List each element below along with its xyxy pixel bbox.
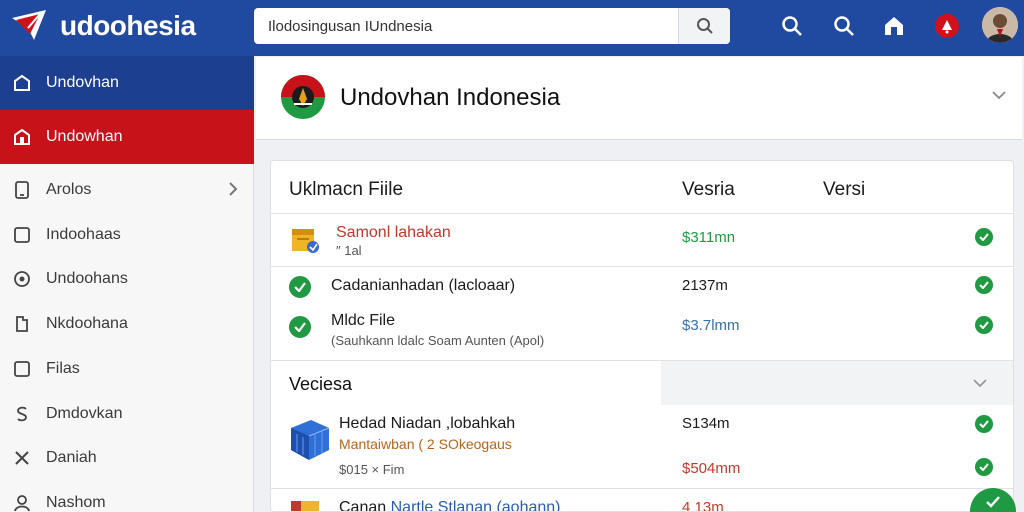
top-app-bar: udoohesia xyxy=(0,0,1024,56)
sidebar-item-daniah[interactable]: Daniah xyxy=(0,436,254,480)
section-title: Veciesa xyxy=(289,374,353,394)
page-header-card: Undovhan Indonesia xyxy=(256,57,1022,140)
divider xyxy=(271,266,1013,267)
check-icon xyxy=(986,496,1000,508)
file-list-card: Uklmacn Fiile Vesria Versi Samonl lahaka… xyxy=(270,160,1014,512)
file-name[interactable]: Canan Nartle Stlanan (aohann) xyxy=(339,499,561,512)
section-header[interactable]: Veciesa xyxy=(271,361,1013,405)
close-icon xyxy=(12,448,32,468)
cube-icon xyxy=(291,420,330,460)
file-size: S134m xyxy=(682,415,730,432)
file-meta: ″ 1al xyxy=(336,243,362,258)
logo-icon[interactable] xyxy=(10,8,50,44)
file-size: $504mm xyxy=(682,460,741,477)
column-header-versi[interactable]: Versi xyxy=(823,179,865,201)
file-name[interactable]: Samonl lahakan xyxy=(336,224,451,242)
sidebar-item-nashom[interactable]: Nashom xyxy=(0,481,254,512)
search-bar xyxy=(254,8,730,44)
divider xyxy=(271,213,1013,214)
brand-name[interactable]: udoohesia xyxy=(60,10,196,42)
home-icon xyxy=(12,73,32,93)
notification-icon[interactable] xyxy=(933,12,961,40)
file-size: 2137m xyxy=(682,277,728,294)
check-icon xyxy=(975,415,993,433)
dollar-icon xyxy=(12,404,32,424)
square-icon xyxy=(12,359,32,379)
sidebar-item-label: Daniah xyxy=(46,449,97,466)
sidebar-item-label: Arolos xyxy=(46,181,92,198)
emblem-icon xyxy=(281,75,325,119)
building-icon xyxy=(12,127,32,147)
file-name[interactable]: Hedad Niadan ,lobahkah xyxy=(339,415,515,433)
check-icon xyxy=(975,316,993,334)
sidebar-item-label: Filas xyxy=(46,360,80,377)
sidebar-item-filas[interactable]: Filas xyxy=(0,347,254,391)
check-icon xyxy=(975,458,993,476)
square-icon xyxy=(12,225,32,245)
sidebar-item-indoohaas[interactable]: Indoohaas xyxy=(0,213,254,257)
column-header-version[interactable]: Vesria xyxy=(682,179,735,201)
file-meta: Mantaiwban ( 2 SOkeogaus xyxy=(339,436,512,452)
file-size: 4 13m xyxy=(682,499,724,512)
sidebar-item-undowhan[interactable]: Undowhan xyxy=(0,110,254,164)
file-name[interactable]: Cadanianhadan (lacloaar) xyxy=(331,277,515,295)
sidebar-item-label: Undowhan xyxy=(46,128,123,145)
phone-icon xyxy=(12,180,32,200)
page-icon xyxy=(12,314,32,334)
chevron-down-icon[interactable] xyxy=(992,87,1006,105)
user-icon xyxy=(12,493,32,512)
file-name-part: Canan xyxy=(339,499,387,512)
sidebar-item-label: Nkdoohana xyxy=(46,315,128,332)
archive-icon xyxy=(292,229,319,253)
sidebar-item-arolos[interactable]: Arolos xyxy=(0,168,254,212)
check-icon xyxy=(289,316,311,338)
page-title: Undovhan Indonesia xyxy=(340,84,561,111)
sidebar-item-label: Undovhan xyxy=(46,74,119,91)
divider xyxy=(271,488,1013,489)
home-icon[interactable] xyxy=(880,12,908,40)
sidebar-item-nkdoohana[interactable]: Nkdoohana xyxy=(0,302,254,346)
search-icon[interactable] xyxy=(830,12,858,40)
folder-icon xyxy=(291,501,319,511)
sidebar: Undovhan Undowhan Arolos Indoohaas Undoo… xyxy=(0,56,254,512)
file-name-link[interactable]: Nartle Stlanan (aohann) xyxy=(391,499,561,511)
file-size: $3.7lmm xyxy=(682,317,740,334)
check-icon xyxy=(975,228,993,246)
column-header-file[interactable]: Uklmacn Fiile xyxy=(289,179,403,201)
gear-icon xyxy=(12,269,32,289)
file-name[interactable]: Mldc File xyxy=(331,312,395,330)
sidebar-item-label: Nashom xyxy=(46,494,106,511)
search-button[interactable] xyxy=(678,8,730,44)
file-meta: (Sauhkann ldalc Soam Aunten (Apol) xyxy=(331,333,545,348)
file-meta: $015 × Fim xyxy=(339,462,405,477)
check-icon xyxy=(289,276,311,298)
sidebar-item-undoohans[interactable]: Undoohans xyxy=(0,257,254,301)
file-size: $311mn xyxy=(682,229,736,246)
chevron-down-icon[interactable] xyxy=(973,375,987,393)
check-icon xyxy=(975,276,993,294)
search-icon[interactable] xyxy=(778,12,806,40)
sidebar-item-label: Dmdovkan xyxy=(46,405,123,422)
chevron-right-icon xyxy=(228,181,238,199)
search-input[interactable] xyxy=(254,8,678,44)
sidebar-item-undovhan[interactable]: Undovhan xyxy=(0,56,254,110)
avatar[interactable] xyxy=(982,7,1018,43)
section-shade xyxy=(661,361,1013,405)
sidebar-item-dmdovkan[interactable]: Dmdovkan xyxy=(0,392,254,436)
sidebar-item-label: Indoohaas xyxy=(46,226,121,243)
search-icon xyxy=(696,18,713,34)
sidebar-item-label: Undoohans xyxy=(46,270,128,287)
